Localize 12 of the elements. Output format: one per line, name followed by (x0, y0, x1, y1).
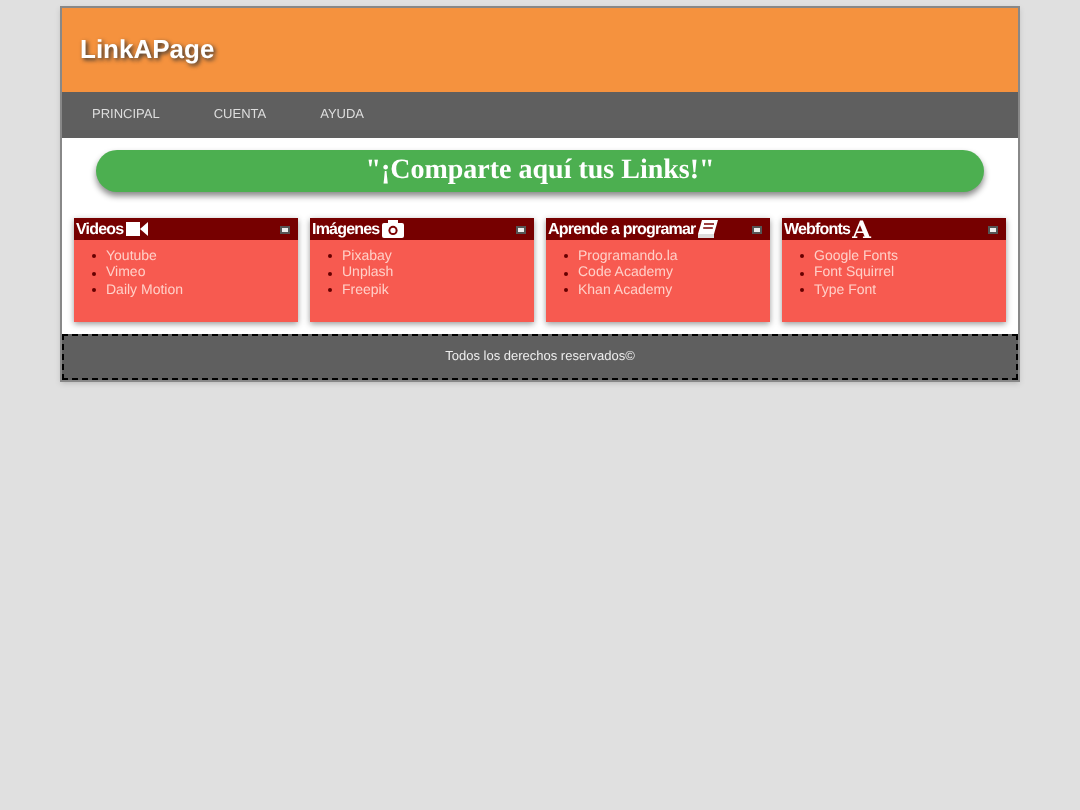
minimize-icon[interactable] (280, 225, 290, 233)
site-logo[interactable]: LinkAPage (80, 30, 215, 70)
minimize-icon[interactable] (752, 225, 762, 233)
card-title: Webfonts (784, 221, 851, 237)
minimize-icon[interactable] (988, 225, 998, 233)
video-camera-icon (125, 222, 148, 236)
card-title: Aprende a programar (548, 221, 696, 237)
font-icon: A (852, 217, 871, 241)
card-title: Imágenes (312, 221, 380, 237)
banner-text: "¡Comparte aquí tus Links!" (365, 154, 715, 190)
card-title: Videos (76, 221, 124, 237)
minimize-icon[interactable] (516, 225, 526, 233)
